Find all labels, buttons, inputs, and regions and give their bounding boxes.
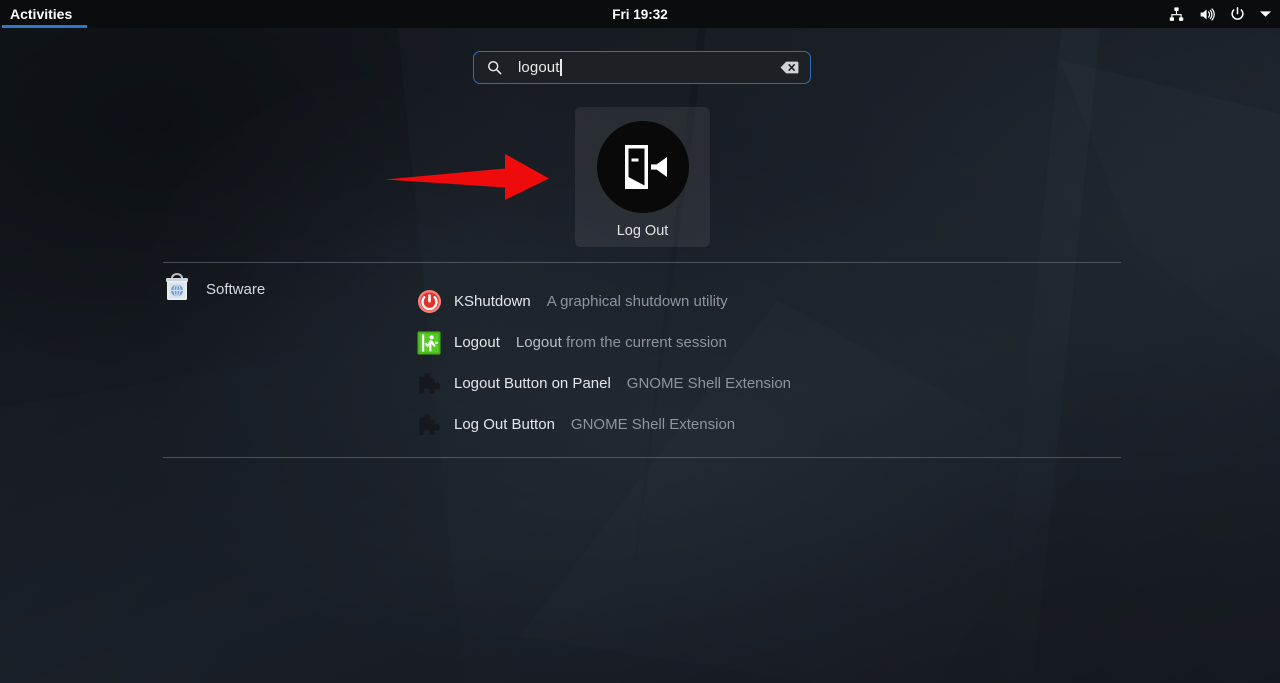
app-result-tile-log-out[interactable]: Log Out bbox=[575, 107, 710, 247]
list-item-desc-rest: GNOME Shell Extension bbox=[626, 375, 792, 392]
search-results-section: Software KShutdown A graphical shutdown … bbox=[163, 272, 1123, 452]
logout-exit-running-icon bbox=[416, 330, 442, 356]
list-item-description: A graphical shutdown utility bbox=[547, 293, 728, 310]
search-value: logout bbox=[518, 59, 560, 76]
text-caret bbox=[560, 59, 562, 76]
result-list: KShutdown A graphical shutdown utility L… bbox=[416, 281, 1123, 445]
wired-network-icon[interactable] bbox=[1168, 6, 1185, 23]
activities-active-indicator bbox=[2, 25, 87, 28]
search-input[interactable]: logout bbox=[473, 51, 811, 84]
list-item-name: Logout bbox=[454, 334, 500, 351]
list-item[interactable]: Logout Button on Panel GNOME Shell Exten… bbox=[416, 363, 1123, 404]
activities-button[interactable]: Activities bbox=[0, 0, 87, 28]
search-text: logout bbox=[518, 59, 777, 76]
list-item-name: Log Out Button bbox=[454, 416, 555, 433]
list-item-description: Logout from the current session bbox=[516, 334, 727, 351]
log-out-door-icon bbox=[596, 121, 689, 213]
power-icon[interactable] bbox=[1229, 6, 1246, 23]
clock-label: Fri 19:32 bbox=[612, 6, 668, 22]
list-item-description: GNOME Shell Extension bbox=[571, 416, 735, 433]
chevron-down-icon[interactable] bbox=[1259, 9, 1272, 19]
list-item-desc-match: Logout bbox=[515, 334, 562, 351]
activities-label: Activities bbox=[10, 6, 73, 22]
puzzle-piece-icon bbox=[416, 371, 442, 397]
kshutdown-power-icon bbox=[416, 289, 442, 315]
list-item-desc-rest: from the current session bbox=[561, 334, 727, 351]
volume-icon[interactable] bbox=[1198, 6, 1216, 23]
clock[interactable]: Fri 19:32 bbox=[0, 0, 1280, 28]
list-item[interactable]: Log Out Button GNOME Shell Extension bbox=[416, 404, 1123, 445]
software-bag-icon bbox=[163, 272, 191, 307]
list-item-name: KShutdown bbox=[454, 293, 531, 310]
clear-icon[interactable] bbox=[777, 60, 802, 75]
list-item-name: Logout Button on Panel bbox=[454, 375, 611, 392]
app-tile-label: Log Out bbox=[616, 223, 669, 239]
list-item[interactable]: Logout Logout from the current session bbox=[416, 322, 1123, 363]
list-item[interactable]: KShutdown A graphical shutdown utility bbox=[416, 281, 1123, 322]
status-area[interactable] bbox=[1168, 0, 1272, 28]
list-item-description: GNOME Shell Extension bbox=[627, 375, 791, 392]
results-separator-bottom bbox=[163, 457, 1121, 458]
gnome-overview-desktop: Activities Fri 19:32 logout Log Out Soft… bbox=[0, 0, 1280, 683]
results-provider-software[interactable]: Software bbox=[163, 272, 413, 307]
results-separator-top bbox=[163, 262, 1121, 263]
search-icon bbox=[486, 59, 503, 76]
list-item-desc-rest: A graphical shutdown utility bbox=[546, 293, 728, 310]
top-bar: Activities Fri 19:32 bbox=[0, 0, 1280, 28]
provider-label-text: Software bbox=[206, 281, 266, 298]
puzzle-piece-icon bbox=[416, 412, 442, 438]
list-item-desc-rest: GNOME Shell Extension bbox=[570, 416, 736, 433]
